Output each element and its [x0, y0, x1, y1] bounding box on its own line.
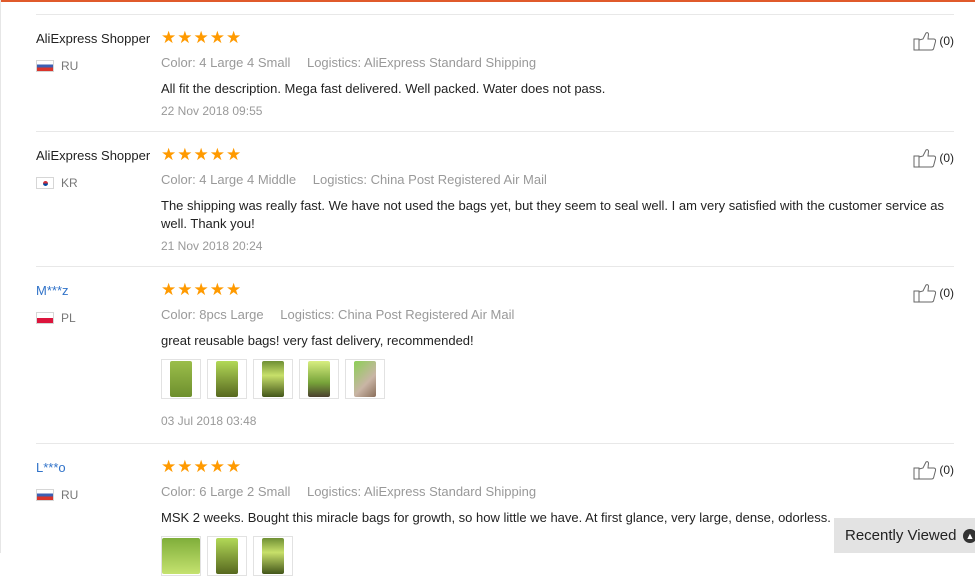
- thumbs-up-icon: [913, 461, 937, 480]
- star-rating: ★★★★★: [161, 145, 243, 164]
- review-text: The shipping was really fast. We have no…: [161, 198, 945, 231]
- helpful-button[interactable]: (0): [913, 283, 954, 303]
- helpful-button[interactable]: (0): [913, 148, 954, 168]
- reviews-list: AliExpress Shopper RU ★★★★★ Color: 4 Lar…: [36, 14, 954, 576]
- review-text: MSK 2 weeks. Bought this miracle bags fo…: [161, 510, 831, 525]
- review-color: Color: 4 Large 4 Small: [161, 55, 291, 70]
- review-color: Color: 6 Large 2 Small: [161, 484, 291, 499]
- buyer-name-link[interactable]: M***z: [36, 283, 156, 299]
- review-photo-thumbnail[interactable]: [253, 536, 293, 576]
- review-photo-thumbnail[interactable]: [161, 359, 201, 399]
- helpful-button[interactable]: (0): [913, 31, 954, 51]
- review-photos: [161, 359, 951, 399]
- country-code: RU: [61, 488, 79, 502]
- russia-flag-icon: [36, 489, 54, 501]
- review-photo-thumbnail[interactable]: [253, 359, 293, 399]
- russia-flag-icon: [36, 60, 54, 72]
- helpful-button[interactable]: (0): [913, 460, 954, 480]
- south-korea-flag-icon: [36, 177, 54, 189]
- buyer-info: M***z PL: [36, 283, 156, 325]
- review-color: Color: 8pcs Large: [161, 307, 264, 322]
- helpful-count: (0): [939, 151, 954, 165]
- review-item: L***o RU ★★★★★ Color: 6 Large 2 Small Lo…: [36, 443, 954, 576]
- helpful-count: (0): [939, 34, 954, 48]
- review-text: All fit the description. Mega fast deliv…: [161, 81, 606, 96]
- thumbs-up-icon: [913, 284, 937, 303]
- review-logistics: Logistics: AliExpress Standard Shipping: [306, 484, 537, 499]
- poland-flag-icon: [36, 312, 54, 324]
- review-meta: Color: 4 Large 4 Small Logistics: AliExp…: [161, 55, 951, 71]
- star-rating: ★★★★★: [161, 28, 243, 47]
- review-meta: Color: 6 Large 2 Small Logistics: AliExp…: [161, 484, 951, 500]
- review-content: ★★★★★ Color: 6 Large 2 Small Logistics: …: [161, 444, 951, 586]
- review-date: 22 Nov 2018 09:55: [161, 104, 263, 118]
- country-code: RU: [61, 59, 79, 73]
- review-logistics: Logistics: China Post Registered Air Mai…: [280, 307, 515, 322]
- buyer-country: PL: [36, 311, 156, 325]
- review-photo-thumbnail[interactable]: [299, 359, 339, 399]
- buyer-name-link[interactable]: L***o: [36, 460, 156, 476]
- review-text: great reusable bags! very fast delivery,…: [161, 333, 474, 348]
- review-color: Color: 4 Large 4 Middle: [161, 172, 297, 187]
- review-content: ★★★★★ Color: 8pcs Large Logistics: China…: [161, 267, 951, 439]
- review-date: 03 Jul 2018 03:48: [161, 414, 257, 428]
- recently-viewed-tab[interactable]: Recently Viewed ▲: [834, 518, 975, 553]
- review-photo-thumbnail[interactable]: [207, 359, 247, 399]
- recently-viewed-label: Recently Viewed: [845, 527, 957, 544]
- star-rating: ★★★★★: [161, 280, 243, 299]
- buyer-info: AliExpress Shopper RU: [36, 31, 156, 73]
- chevron-up-circle-icon: ▲: [963, 529, 975, 543]
- review-photo-thumbnail[interactable]: [161, 536, 201, 576]
- buyer-country: RU: [36, 59, 156, 73]
- helpful-count: (0): [939, 286, 954, 300]
- review-item: AliExpress Shopper RU ★★★★★ Color: 4 Lar…: [36, 14, 954, 131]
- helpful-count: (0): [939, 463, 954, 477]
- buyer-info: AliExpress Shopper KR: [36, 148, 156, 190]
- star-rating: ★★★★★: [161, 457, 243, 476]
- buyer-name: AliExpress Shopper: [36, 31, 151, 46]
- review-logistics: Logistics: AliExpress Standard Shipping: [306, 55, 537, 70]
- country-code: PL: [61, 311, 76, 325]
- review-logistics: Logistics: China Post Registered Air Mai…: [312, 172, 547, 187]
- review-content: ★★★★★ Color: 4 Large 4 Middle Logistics:…: [161, 132, 951, 264]
- country-code: KR: [61, 176, 78, 190]
- buyer-info: L***o RU: [36, 460, 156, 502]
- review-photo-thumbnail[interactable]: [207, 536, 247, 576]
- thumbs-up-icon: [913, 32, 937, 51]
- top-accent-rule: [0, 0, 975, 2]
- review-meta: Color: 8pcs Large Logistics: China Post …: [161, 307, 951, 323]
- review-content: ★★★★★ Color: 4 Large 4 Small Logistics: …: [161, 15, 951, 129]
- review-item: M***z PL ★★★★★ Color: 8pcs Large Logisti…: [36, 266, 954, 443]
- review-date: 21 Nov 2018 20:24: [161, 239, 263, 253]
- buyer-country: KR: [36, 176, 156, 190]
- review-item: AliExpress Shopper KR ★★★★★ Color: 4 Lar…: [36, 131, 954, 266]
- review-photos: [161, 536, 951, 576]
- buyer-name: AliExpress Shopper: [36, 148, 151, 163]
- buyer-country: RU: [36, 488, 156, 502]
- left-border: [0, 0, 1, 553]
- review-photo-thumbnail[interactable]: [345, 359, 385, 399]
- review-meta: Color: 4 Large 4 Middle Logistics: China…: [161, 172, 951, 188]
- thumbs-up-icon: [913, 149, 937, 168]
